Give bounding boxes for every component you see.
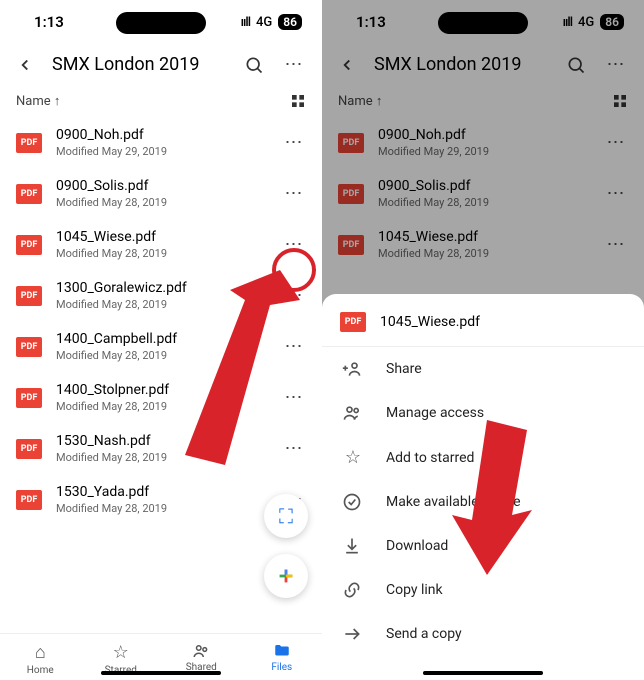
sort-row: Name ↑ [0,85,322,117]
home-indicator [423,671,543,675]
file-name: 1045_Wiese.pdf [56,229,268,245]
more-icon[interactable]: ⋯ [282,54,306,75]
status-time: 1:13 [34,13,64,31]
search-icon[interactable] [244,55,264,75]
pdf-icon: PDF [16,286,42,306]
nav-files-label: Files [271,662,292,673]
nav-files[interactable]: Files [242,634,323,680]
offline-icon [342,492,364,512]
pdf-icon: PDF [340,312,366,332]
sheet-header: PDF 1045_Wiese.pdf [322,308,644,347]
home-icon: ⌂ [35,642,46,663]
sheet-file-name: 1045_Wiese.pdf [380,314,480,330]
download-icon [342,536,364,556]
signal-icon: ııll [241,15,250,30]
annotation-arrow [432,420,532,580]
sheet-share[interactable]: Share [322,347,644,391]
page-title: SMX London 2019 [52,54,226,75]
item-more-icon[interactable]: ⋯ [282,132,306,153]
pdf-icon: PDF [16,184,42,204]
battery-badge: 86 [278,14,302,30]
send-icon [342,624,364,644]
home-indicator [101,671,221,675]
star-icon: ☆ [113,642,129,663]
file-name: 0900_Solis.pdf [56,178,268,194]
file-modified: Modified May 28, 2019 [56,247,268,260]
nav-home[interactable]: ⌂ Home [0,634,81,680]
person-add-icon [342,359,364,379]
people-icon [342,403,364,423]
list-item[interactable]: PDF 0900_Solis.pdfModified May 28, 2019 … [0,168,322,219]
shared-icon [192,642,210,660]
add-fab[interactable] [264,554,308,598]
pdf-icon: PDF [16,235,42,255]
pdf-icon: PDF [16,439,42,459]
sheet-manage-label: Manage access [386,405,484,421]
sheet-copylink-label: Copy link [386,582,443,598]
annotation-arrow [150,270,300,470]
file-modified: Modified May 28, 2019 [56,502,268,515]
notch [438,12,528,34]
pdf-icon: PDF [16,388,42,408]
fab-area: ⛶ [264,494,308,598]
grid-view-icon[interactable] [290,93,306,109]
sheet-send-copy[interactable]: Send a copy [322,612,644,656]
status-right: ııll 4G 86 [241,14,302,30]
item-more-icon[interactable]: ⋯ [282,183,306,204]
pdf-icon: PDF [16,490,42,510]
back-icon[interactable] [16,56,34,74]
file-name: 1530_Yada.pdf [56,484,268,500]
sort-label[interactable]: Name ↑ [16,93,60,109]
file-modified: Modified May 28, 2019 [56,196,268,209]
app-header: SMX London 2019 ⋯ [0,44,322,85]
sheet-sendcopy-label: Send a copy [386,626,462,642]
sheet-share-label: Share [386,361,422,377]
nav-home-label: Home [27,665,54,676]
notch [116,12,206,34]
status-network: 4G [256,15,272,30]
scan-fab[interactable]: ⛶ [264,494,308,538]
folder-icon [273,642,291,660]
file-modified: Modified May 29, 2019 [56,145,268,158]
star-icon: ☆ [342,447,364,468]
phone-right: 1:13 ııll 4G 86 SMX London 2019 ⋯ Name ↑… [322,0,644,680]
file-name: 0900_Noh.pdf [56,127,268,143]
phone-left: 1:13 ııll 4G 86 SMX London 2019 ⋯ Name ↑… [0,0,322,680]
pdf-icon: PDF [16,337,42,357]
link-icon [342,580,364,600]
list-item[interactable]: PDF 0900_Noh.pdf Modified May 29, 2019 ⋯ [0,117,322,168]
pdf-icon: PDF [16,133,42,153]
